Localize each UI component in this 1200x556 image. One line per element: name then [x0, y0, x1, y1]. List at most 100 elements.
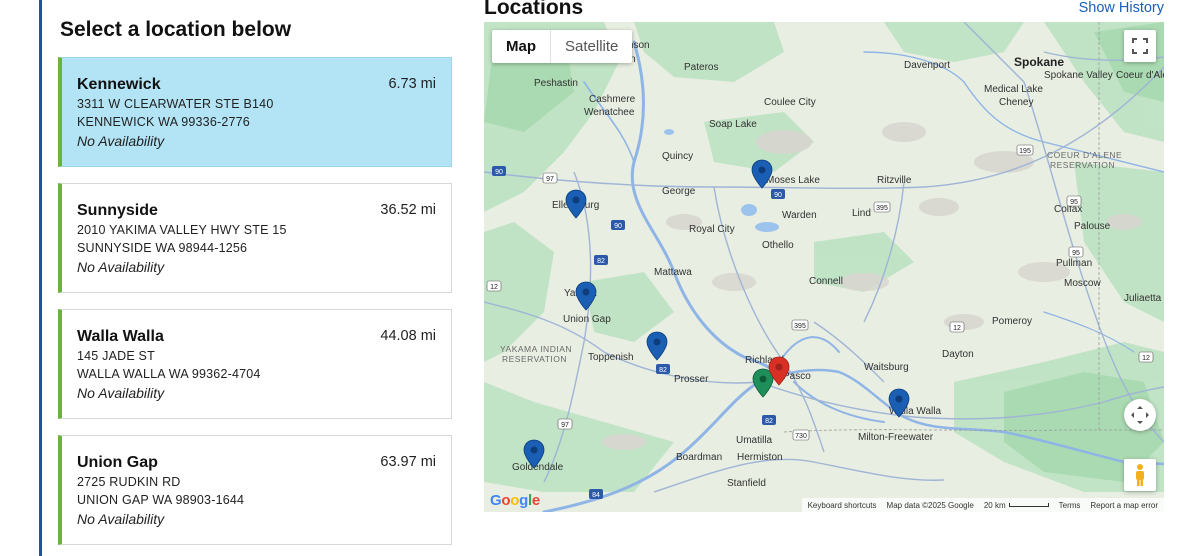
svg-text:Quincy: Quincy — [662, 151, 693, 162]
location-list-panel: Select a location below Kennewick 6.73 m… — [58, 0, 452, 556]
svg-text:Dayton: Dayton — [942, 349, 974, 360]
map-view[interactable]: Spokane Spokane Valley Coeur d'Alene Dav… — [484, 22, 1164, 512]
svg-text:84: 84 — [592, 492, 600, 499]
location-address-line1: 2725 RUDKIN RD — [77, 475, 181, 489]
svg-text:Wenatchee: Wenatchee — [584, 107, 635, 118]
keyboard-shortcuts-link[interactable]: Keyboard shortcuts — [808, 501, 877, 510]
svg-text:395: 395 — [876, 205, 888, 212]
map-type-satellite-button[interactable]: Satellite — [551, 30, 632, 63]
svg-text:95: 95 — [1072, 250, 1080, 257]
svg-text:Coeur d'Alene: Coeur d'Alene — [1116, 70, 1164, 81]
location-pin-red[interactable] — [768, 356, 790, 386]
google-logo: Google — [490, 492, 540, 509]
svg-text:Palouse: Palouse — [1074, 221, 1111, 232]
location-availability: No Availability — [77, 259, 165, 275]
svg-text:Moses Lake: Moses Lake — [766, 175, 820, 186]
svg-text:12: 12 — [1142, 355, 1150, 362]
report-map-error-link[interactable]: Report a map error — [1090, 501, 1158, 510]
panel-title: Select a location below — [60, 18, 292, 41]
location-name: Kennewick — [77, 76, 161, 93]
location-card-sunnyside[interactable]: Sunnyside 36.52 mi 2010 YAKIMA VALLEY HW… — [58, 183, 452, 293]
location-name: Sunnyside — [77, 202, 158, 219]
svg-text:Spokane: Spokane — [1014, 55, 1064, 69]
svg-text:Warden: Warden — [782, 210, 817, 221]
map-data-attribution: Map data ©2025 Google — [886, 500, 974, 510]
svg-text:Prosser: Prosser — [674, 374, 709, 385]
camera-control-button[interactable] — [1124, 399, 1156, 431]
svg-text:COEUR D'ALENE: COEUR D'ALENE — [1047, 150, 1122, 160]
svg-text:82: 82 — [765, 418, 773, 425]
location-availability: No Availability — [77, 133, 165, 149]
map-type-toggle: Map Satellite — [492, 30, 633, 63]
location-availability: No Availability — [77, 511, 165, 527]
map-scale: 20 km — [984, 501, 1049, 510]
svg-text:Milton-Freewater: Milton-Freewater — [858, 432, 934, 443]
svg-text:730: 730 — [795, 433, 807, 440]
svg-text:RESERVATION: RESERVATION — [502, 354, 567, 364]
fullscreen-icon — [1132, 38, 1148, 54]
location-address-line2: WALLA WALLA WA 99362-4704 — [77, 367, 261, 381]
svg-text:Cheney: Cheney — [999, 97, 1033, 108]
svg-text:Juliaetta: Juliaetta — [1124, 293, 1162, 304]
location-name: Walla Walla — [77, 328, 164, 345]
svg-text:Cashmere: Cashmere — [589, 94, 636, 105]
svg-text:Mattawa: Mattawa — [654, 267, 692, 278]
svg-text:Toppenish: Toppenish — [588, 352, 634, 363]
svg-text:RESERVATION: RESERVATION — [1050, 160, 1115, 170]
show-history-link[interactable]: Show History — [1079, 0, 1164, 16]
svg-text:YAKAMA INDIAN: YAKAMA INDIAN — [500, 344, 572, 354]
street-view-pegman-button[interactable] — [1124, 459, 1156, 491]
location-pin-blue[interactable] — [888, 388, 910, 418]
fullscreen-button[interactable] — [1124, 30, 1156, 62]
map-base-layer: Spokane Spokane Valley Coeur d'Alene Dav… — [484, 22, 1164, 512]
location-pin-blue[interactable] — [646, 331, 668, 361]
map-footer: Keyboard shortcuts Map data ©2025 Google… — [801, 498, 1164, 512]
location-address-line2: UNION GAP WA 98903-1644 — [77, 493, 245, 507]
terms-link[interactable]: Terms — [1059, 501, 1081, 510]
location-distance: 63.97 mi — [380, 454, 436, 470]
svg-text:Ritzville: Ritzville — [877, 175, 912, 186]
svg-text:82: 82 — [597, 258, 605, 265]
svg-text:Royal City: Royal City — [689, 224, 735, 235]
svg-text:Waitsburg: Waitsburg — [864, 362, 909, 373]
svg-text:90: 90 — [614, 223, 622, 230]
location-pin-blue[interactable] — [751, 159, 773, 189]
svg-text:Boardman: Boardman — [676, 452, 722, 463]
map-scale-bar — [1008, 503, 1049, 508]
svg-text:395: 395 — [794, 323, 806, 330]
svg-text:97: 97 — [546, 176, 554, 183]
location-address-line2: SUNNYSIDE WA 98944-1256 — [77, 241, 248, 255]
location-address-line1: 2010 YAKIMA VALLEY HWY STE 15 — [77, 223, 287, 237]
location-address-line2: KENNEWICK WA 99336-2776 — [77, 115, 250, 129]
map-type-map-button[interactable]: Map — [492, 30, 551, 63]
location-name: Union Gap — [77, 454, 158, 471]
location-card-walla-walla[interactable]: Walla Walla 44.08 mi 145 JADE ST WALLA W… — [58, 309, 452, 419]
svg-text:Hermiston: Hermiston — [737, 452, 783, 463]
svg-text:Pullman: Pullman — [1056, 258, 1092, 269]
location-pin-blue[interactable] — [575, 281, 597, 311]
svg-text:90: 90 — [495, 169, 503, 176]
pegman-icon — [1136, 464, 1144, 486]
svg-text:Pomeroy: Pomeroy — [992, 316, 1032, 327]
left-accent-rail — [39, 0, 42, 556]
location-pin-blue[interactable] — [565, 189, 587, 219]
location-distance: 6.73 mi — [388, 76, 436, 92]
svg-text:Stanfield: Stanfield — [727, 478, 766, 489]
svg-text:Moscow: Moscow — [1064, 278, 1101, 289]
svg-text:Othello: Othello — [762, 240, 794, 251]
location-address-line1: 3311 W CLEARWATER STE B140 — [77, 97, 274, 111]
svg-text:Medical Lake: Medical Lake — [984, 84, 1043, 95]
location-distance: 44.08 mi — [380, 328, 436, 344]
svg-text:12: 12 — [490, 284, 498, 291]
svg-text:Davenport: Davenport — [904, 60, 950, 71]
svg-text:Lind: Lind — [852, 208, 871, 219]
location-distance: 36.52 mi — [380, 202, 436, 218]
location-card-union-gap[interactable]: Union Gap 63.97 mi 2725 RUDKIN RD UNION … — [58, 435, 452, 545]
location-card-kennewick[interactable]: Kennewick 6.73 mi 3311 W CLEARWATER STE … — [58, 57, 452, 167]
locations-heading: Locations — [484, 0, 584, 19]
location-pin-blue[interactable] — [523, 439, 545, 469]
svg-text:Peshastin: Peshastin — [534, 78, 578, 89]
svg-text:Union Gap: Union Gap — [563, 314, 611, 325]
svg-text:Connell: Connell — [809, 276, 843, 287]
svg-text:Coulee City: Coulee City — [764, 97, 816, 108]
